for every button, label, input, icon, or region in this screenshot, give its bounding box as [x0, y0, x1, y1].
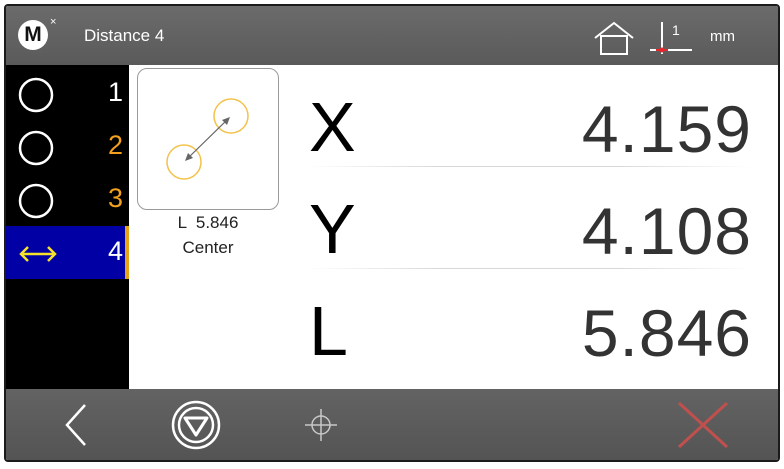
- bottom-toolbar: [6, 389, 778, 460]
- circle-icon: [18, 77, 54, 113]
- feature-number: 4: [107, 236, 123, 266]
- axis-label: X: [309, 88, 356, 166]
- axis-label: L: [309, 292, 348, 370]
- cancel-button[interactable]: [668, 389, 738, 460]
- page-title: Distance 4: [84, 26, 165, 45]
- circle-icon: [18, 130, 54, 166]
- probe-action-icon: [171, 400, 221, 449]
- readout-row-l: L 5.846: [306, 288, 752, 388]
- feature-item-1[interactable]: 1: [6, 67, 129, 120]
- feature-number: 1: [107, 77, 123, 107]
- circle-icon: [18, 183, 54, 219]
- feature-list: 1 2 3 4: [6, 65, 129, 389]
- app-logo-icon[interactable]: M: [18, 20, 48, 50]
- crosshair-button[interactable]: [296, 389, 346, 460]
- back-button[interactable]: [46, 389, 106, 460]
- back-icon: [65, 403, 86, 446]
- readout-row-y: Y 4.108: [306, 186, 752, 286]
- axis-value: 4.159: [581, 92, 752, 166]
- app-window: M × Distance 4 1 mm 1 2 3 4 L 5.846 Cent…: [4, 4, 780, 462]
- crosshair-icon: [305, 408, 337, 441]
- home-icon[interactable]: [592, 20, 636, 56]
- datum-label: 1: [672, 22, 680, 38]
- logo-superscript: ×: [50, 16, 57, 28]
- logo-letter: M: [24, 23, 42, 46]
- probe-action-button[interactable]: [166, 389, 226, 460]
- axis-value: 4.108: [581, 194, 752, 268]
- feature-number: 2: [107, 130, 123, 160]
- divider: [306, 268, 752, 269]
- unit-label[interactable]: mm: [710, 28, 735, 45]
- readout-row-x: X 4.159: [306, 84, 752, 184]
- divider: [306, 166, 752, 167]
- datum-button[interactable]: 1: [648, 20, 696, 58]
- title-bar: M × Distance 4 1 mm: [6, 6, 778, 65]
- distance-between-circles-icon: [166, 98, 249, 180]
- feature-item-4[interactable]: 4: [6, 226, 129, 279]
- feature-number: 3: [107, 183, 123, 213]
- distance-arrow-icon: [19, 246, 57, 262]
- axis-value: 5.846: [581, 296, 752, 370]
- feature-thumbnail[interactable]: [137, 68, 279, 210]
- feature-item-3[interactable]: 3: [6, 173, 129, 226]
- feature-reference-label: Center: [182, 238, 234, 257]
- feature-value-label: L 5.846: [177, 213, 239, 232]
- axis-label: Y: [309, 190, 356, 268]
- feature-item-2[interactable]: 2: [6, 120, 129, 173]
- cancel-icon: [677, 401, 729, 448]
